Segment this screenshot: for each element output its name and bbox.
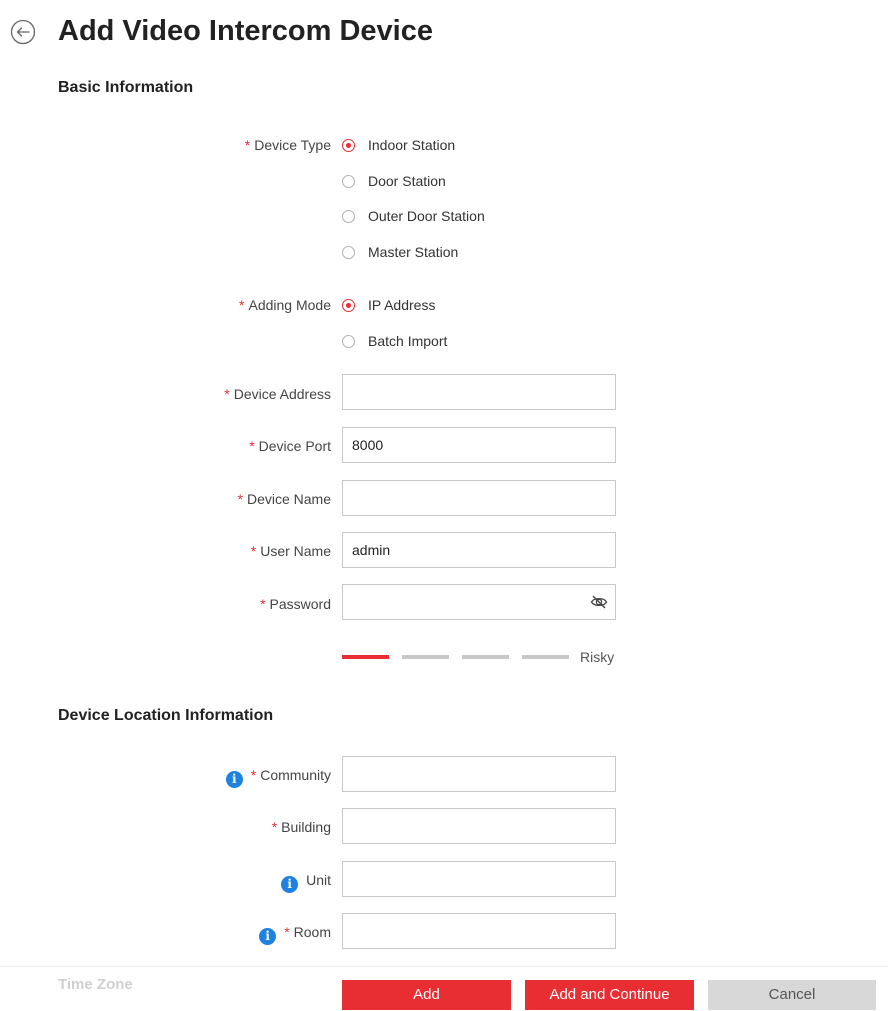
- adding-mode-label: * Adding Mode: [239, 297, 331, 313]
- device-address-input[interactable]: [342, 374, 616, 410]
- password-input[interactable]: [342, 584, 616, 620]
- radio-button[interactable]: [342, 245, 355, 259]
- radio-button[interactable]: [342, 209, 355, 223]
- device-type-label: * Device Type: [244, 137, 331, 153]
- radio-button[interactable]: [342, 334, 355, 348]
- room-input[interactable]: [342, 913, 616, 949]
- strength-bar-segment: [342, 655, 389, 659]
- radio-button-checked[interactable]: [342, 138, 355, 152]
- basic-information-heading: Basic Information: [58, 79, 194, 96]
- password-strength-text: Risky: [580, 649, 615, 665]
- room-label: i * Room: [259, 922, 331, 945]
- strength-bar-segment: [522, 655, 569, 659]
- device-port-label: * Device Port: [249, 438, 331, 454]
- time-zone-label: Time Zone: [58, 976, 133, 993]
- community-label: i * Community: [225, 765, 331, 788]
- info-icon[interactable]: i: [225, 771, 243, 788]
- building-label: * Building: [271, 819, 331, 835]
- user-name-input[interactable]: [342, 532, 616, 568]
- required-marker: *: [244, 137, 251, 153]
- radio-batch-import[interactable]: Batch Import: [342, 331, 447, 351]
- unit-input[interactable]: [342, 861, 616, 897]
- add-button[interactable]: Add: [342, 980, 511, 1010]
- device-name-input[interactable]: [342, 480, 616, 516]
- info-icon[interactable]: i: [259, 928, 277, 945]
- community-input[interactable]: [342, 756, 616, 792]
- info-icon[interactable]: i: [281, 876, 299, 893]
- building-input[interactable]: [342, 808, 616, 844]
- radio-indoor-station[interactable]: Indoor Station: [342, 135, 455, 155]
- add-and-continue-button[interactable]: Add and Continue: [525, 980, 694, 1010]
- device-location-heading: Device Location Information: [58, 707, 274, 724]
- radio-ip-address[interactable]: IP Address: [342, 295, 435, 315]
- device-name-label: * Device Name: [237, 491, 331, 507]
- unit-label: i Unit: [281, 870, 331, 893]
- device-address-label: * Device Address: [224, 386, 331, 402]
- user-name-label: * User Name: [250, 543, 331, 559]
- radio-door-station[interactable]: Door Station: [342, 171, 446, 191]
- strength-bar-segment: [462, 655, 509, 659]
- back-arrow-circle-icon[interactable]: [10, 19, 36, 45]
- radio-button-checked[interactable]: [342, 298, 355, 312]
- eye-hidden-icon[interactable]: [590, 593, 608, 611]
- radio-outer-door-station[interactable]: Outer Door Station: [342, 206, 485, 226]
- device-port-input[interactable]: [342, 427, 616, 463]
- page-title: Add Video Intercom Device: [58, 15, 433, 47]
- radio-master-station[interactable]: Master Station: [342, 242, 458, 262]
- password-label: * Password: [260, 596, 331, 612]
- strength-bar-segment: [402, 655, 449, 659]
- cancel-button[interactable]: Cancel: [708, 980, 876, 1010]
- radio-button[interactable]: [342, 174, 355, 188]
